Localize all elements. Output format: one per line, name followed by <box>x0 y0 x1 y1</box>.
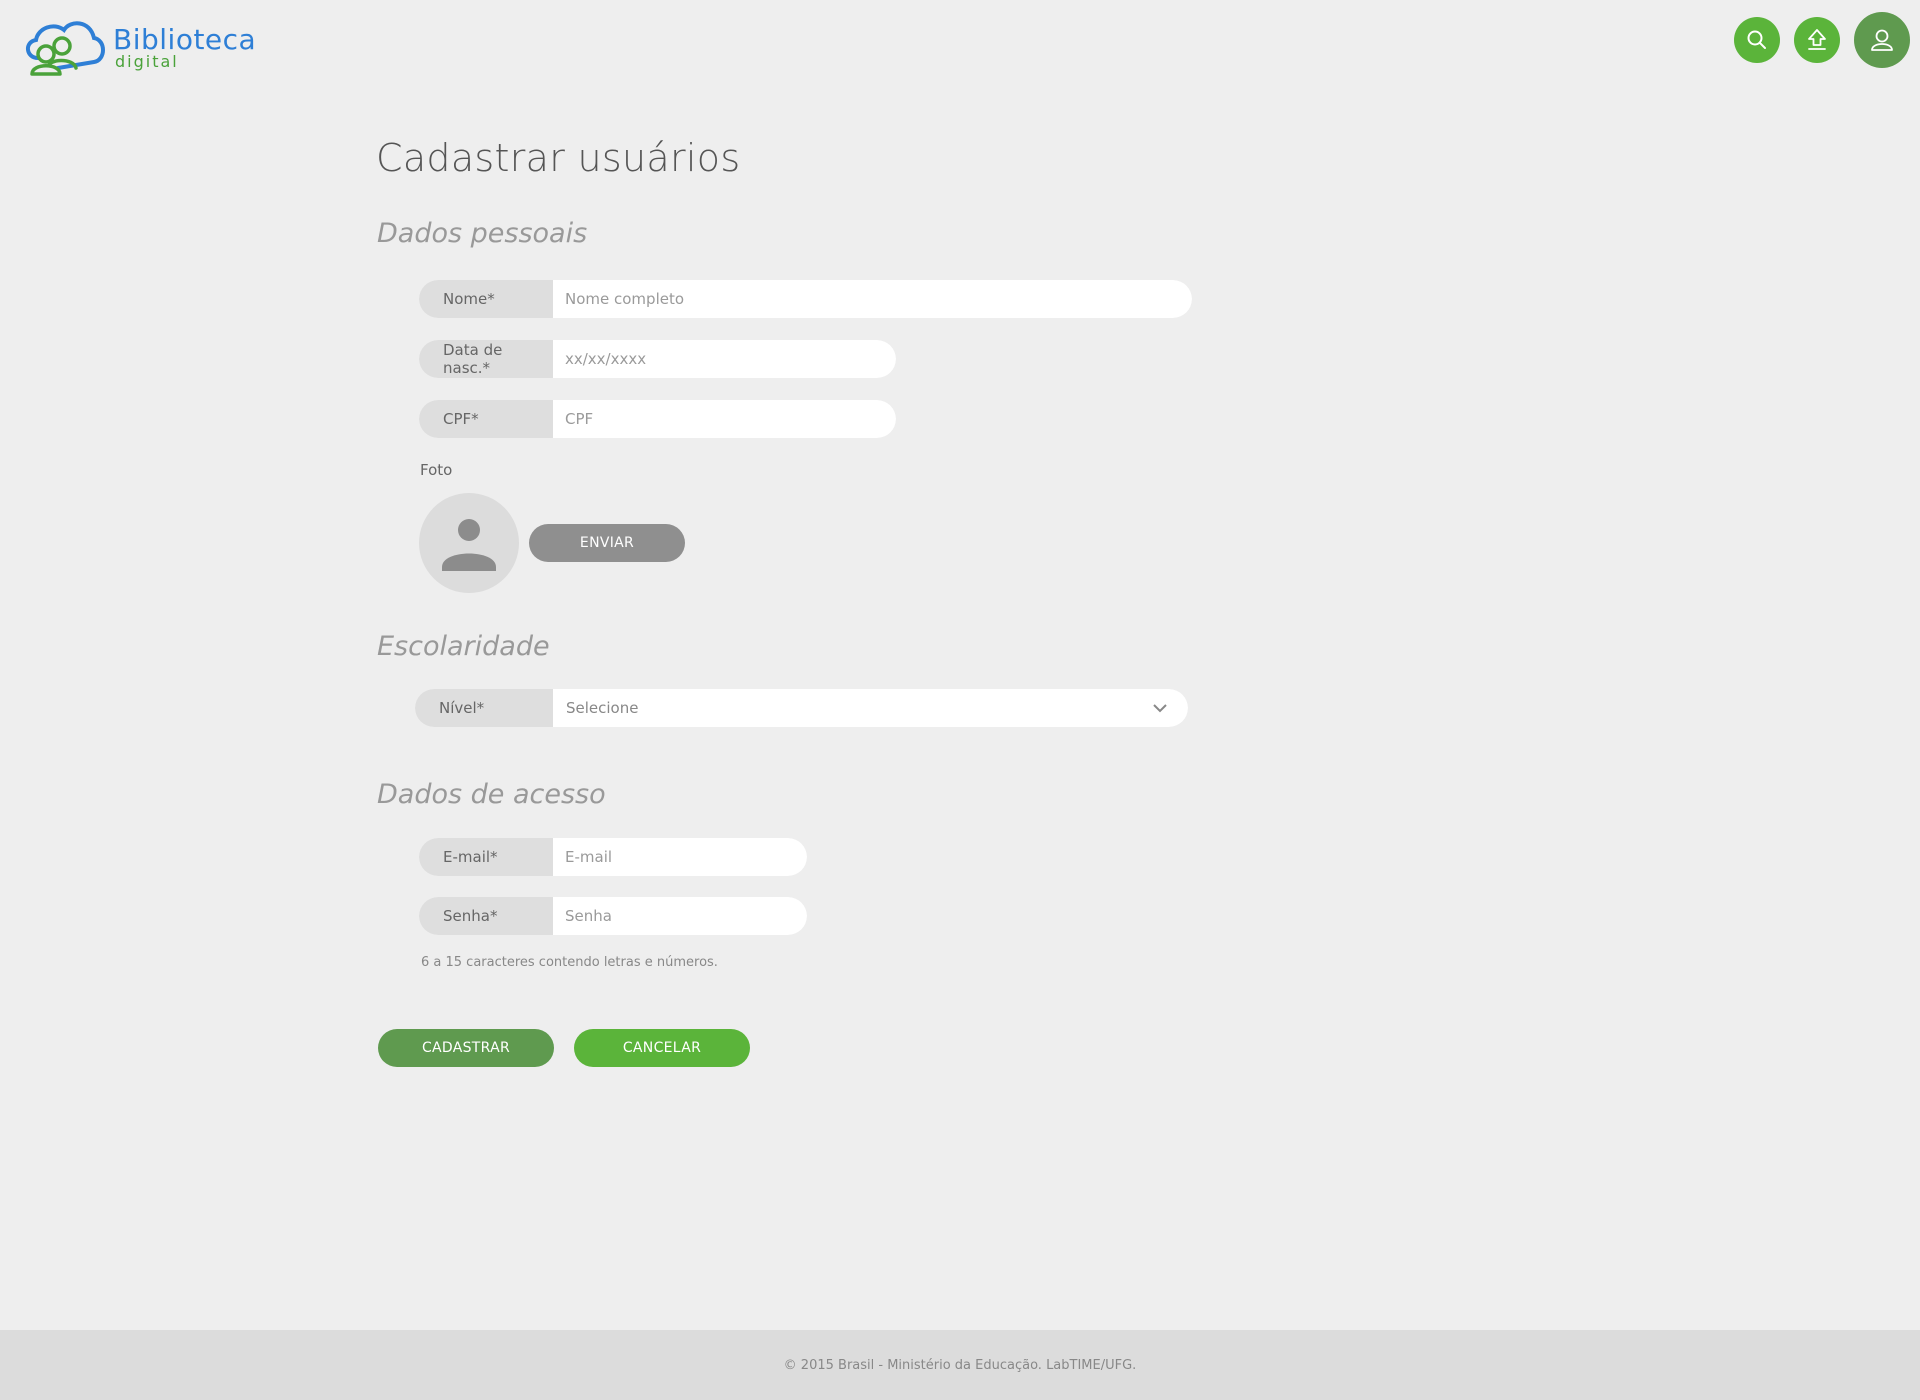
header-actions <box>1734 12 1910 68</box>
logo-title: Biblioteca <box>113 23 257 56</box>
search-button[interactable] <box>1734 17 1780 63</box>
level-select-value: Selecione <box>566 699 639 717</box>
upload-photo-button[interactable]: ENVIAR <box>529 524 685 562</box>
person-placeholder-icon <box>442 519 496 571</box>
chevron-down-icon <box>1153 704 1167 713</box>
password-label: Senha* <box>419 897 553 935</box>
logo-subtitle: digital <box>115 52 179 71</box>
photo-avatar <box>419 493 519 593</box>
birth-date-input[interactable] <box>553 340 896 378</box>
user-icon <box>1871 29 1893 51</box>
upload-button[interactable] <box>1794 17 1840 63</box>
logo[interactable]: Biblioteca digital <box>18 18 256 76</box>
section-title-schooling: Escolaridade <box>377 631 550 662</box>
user-menu-button[interactable] <box>1854 12 1910 68</box>
name-field: Nome* <box>419 280 1192 318</box>
cancel-button[interactable]: CANCELAR <box>574 1029 750 1067</box>
name-input[interactable] <box>553 280 1192 318</box>
level-label: Nível* <box>415 689 553 727</box>
page-title: Cadastrar usuários <box>376 136 741 180</box>
section-title-personal-data: Dados pessoais <box>377 218 588 249</box>
password-input[interactable] <box>553 897 807 935</box>
submit-button[interactable]: CADASTRAR <box>378 1029 554 1067</box>
search-icon <box>1747 30 1766 49</box>
email-field: E-mail* <box>419 838 807 876</box>
birth-date-label: Data de nasc.* <box>419 340 553 378</box>
email-input[interactable] <box>553 838 807 876</box>
cloud-users-logo-icon <box>26 21 105 76</box>
cpf-input[interactable] <box>553 400 896 438</box>
photo-label: Foto <box>420 461 453 479</box>
email-label: E-mail* <box>419 838 553 876</box>
footer-copyright: © 2015 Brasil - Ministério da Educação. … <box>783 1357 1137 1373</box>
footer: © 2015 Brasil - Ministério da Educação. … <box>0 1330 1920 1400</box>
password-field: Senha* <box>419 897 807 935</box>
level-field: Nível* Selecione <box>415 689 1188 727</box>
name-label: Nome* <box>419 280 553 318</box>
password-hint: 6 a 15 caracteres contendo letras e núme… <box>421 955 718 970</box>
cpf-field: CPF* <box>419 400 896 438</box>
birth-date-field: Data de nasc.* <box>419 340 896 378</box>
upload-icon <box>1808 29 1826 50</box>
cpf-label: CPF* <box>419 400 553 438</box>
level-select[interactable]: Selecione <box>553 689 1188 727</box>
section-title-access-data: Dados de acesso <box>377 779 606 810</box>
